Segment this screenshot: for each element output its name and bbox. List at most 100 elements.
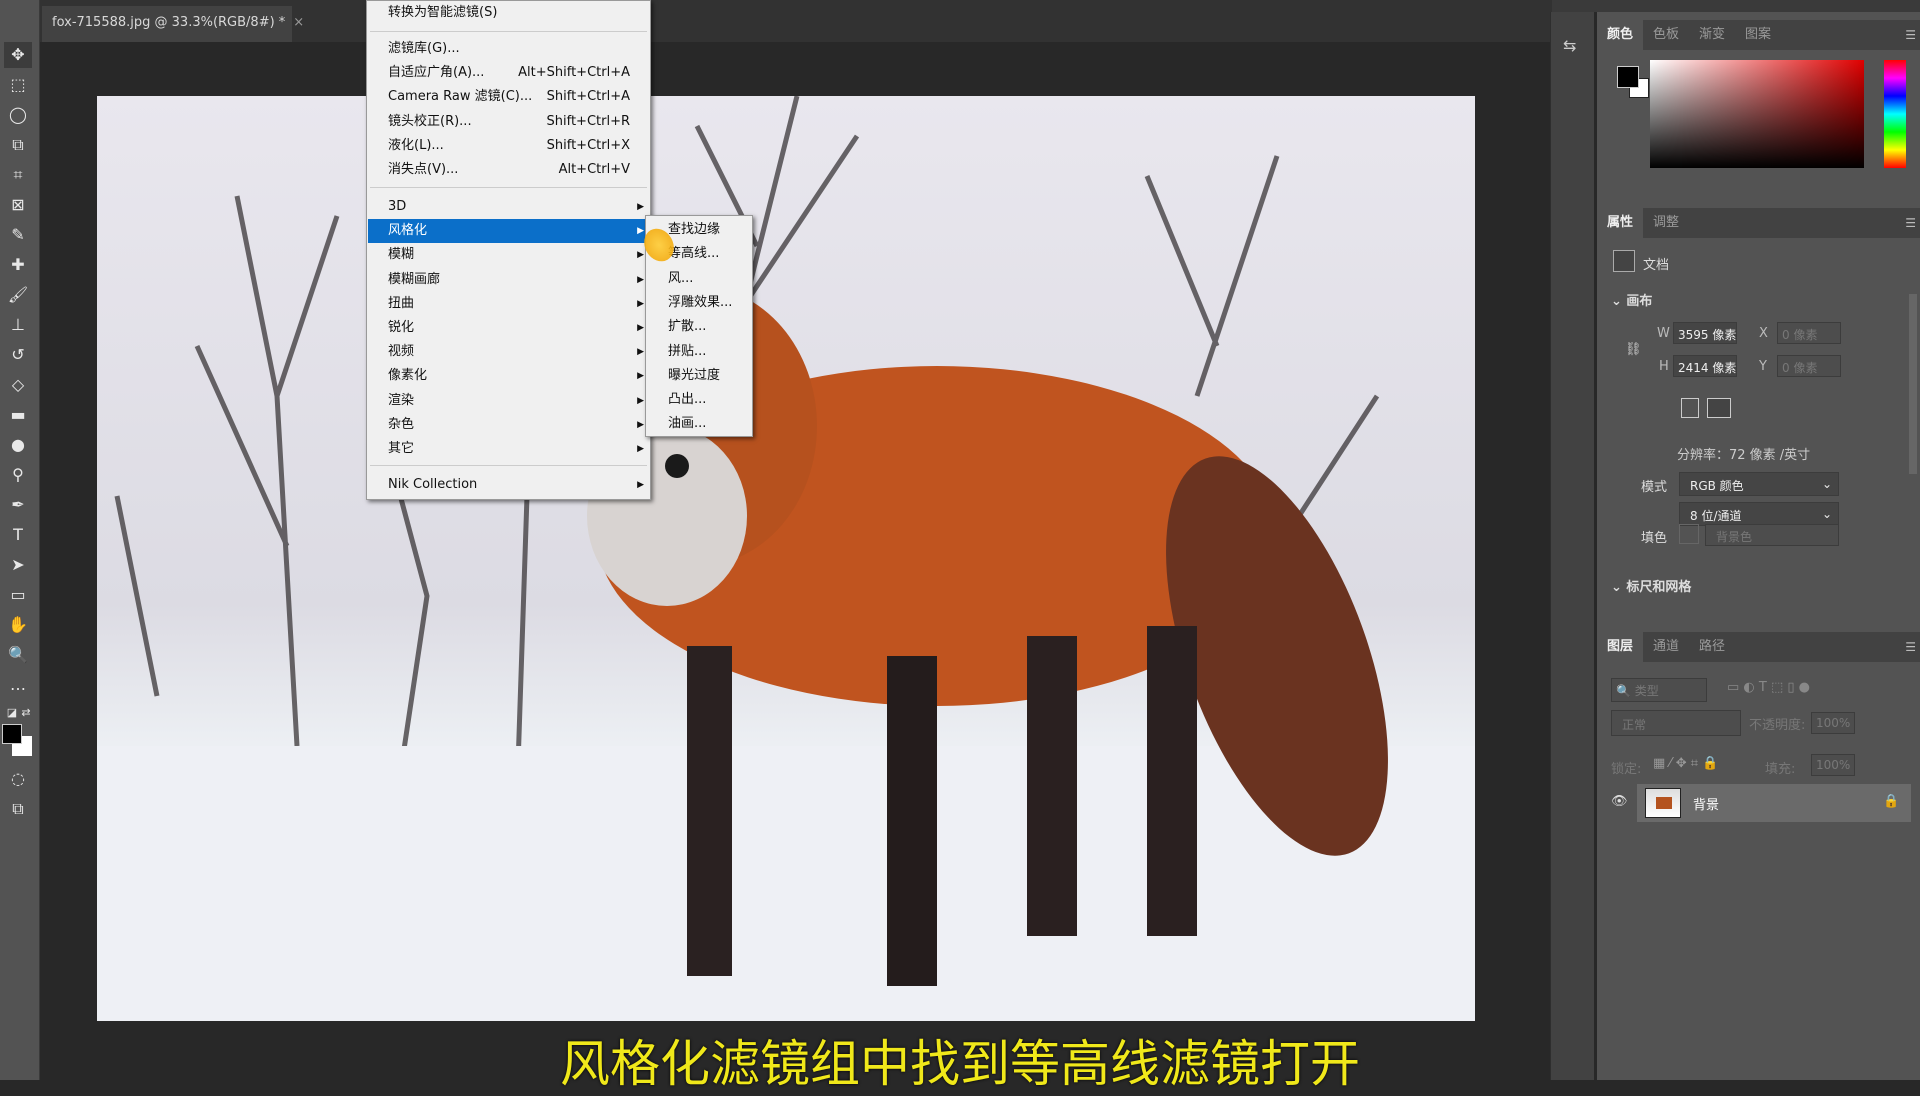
canvas-section-toggle[interactable]: ⌄ 画布: [1611, 290, 1652, 309]
menu-item-group[interactable]: 风格化 ▶: [368, 219, 650, 244]
panel-menu-icon[interactable]: ☰: [1905, 216, 1916, 230]
eyedropper-tool-icon[interactable]: ✎: [4, 222, 32, 248]
menu-item-filter[interactable]: 消失点(V)... Alt+Ctrl+V: [368, 158, 650, 182]
menu-item-filter[interactable]: 自适应广角(A)... Alt+Shift+Ctrl+A: [368, 61, 650, 85]
panel-menu-icon[interactable]: ☰: [1905, 28, 1916, 42]
portrait-orientation-icon[interactable]: [1681, 398, 1699, 418]
submenu-item[interactable]: 油画...: [646, 412, 752, 436]
landscape-orientation-icon[interactable]: [1707, 398, 1731, 418]
opacity-field[interactable]: 100%: [1811, 712, 1855, 734]
tab-layers[interactable]: 图层: [1597, 632, 1644, 662]
more-tool-icon[interactable]: …: [4, 672, 32, 698]
menu-item-filter[interactable]: 镜头校正(R)... Shift+Ctrl+R: [368, 110, 650, 134]
hand-tool-icon[interactable]: ✋: [4, 612, 32, 638]
layer-filter-select[interactable]: 🔍 类型: [1611, 678, 1707, 702]
submenu-item[interactable]: 浮雕效果...: [646, 291, 752, 315]
submenu-item[interactable]: 凸出...: [646, 388, 752, 412]
eye-icon[interactable]: 👁: [1611, 794, 1628, 809]
stamp-tool-icon[interactable]: ⊥: [4, 312, 32, 338]
tab-properties[interactable]: 属性: [1597, 208, 1644, 238]
menu-item-group[interactable]: 模糊 ▶: [368, 243, 650, 267]
submenu-item[interactable]: 风...: [646, 267, 752, 291]
menu-item-nik-collection[interactable]: Nik Collection ▶: [368, 473, 650, 497]
bit-depth-value: 8 位/通道: [1690, 509, 1742, 523]
menu-item-shortcut: Alt+Shift+Ctrl+A: [518, 65, 630, 81]
color-picker-field[interactable]: [1650, 60, 1864, 168]
menu-item-filter[interactable]: Camera Raw 滤镜(C)... Shift+Ctrl+A: [368, 85, 650, 109]
healing-tool-icon[interactable]: ✚: [4, 252, 32, 278]
eraser-tool-icon[interactable]: ◇: [4, 372, 32, 398]
gradient-tool-icon[interactable]: ▬: [4, 402, 32, 428]
menu-item-filter[interactable]: 液化(L)... Shift+Ctrl+X: [368, 134, 650, 158]
link-icon[interactable]: ⛓: [1625, 342, 1642, 357]
tab-color[interactable]: 颜色: [1597, 20, 1644, 50]
properties-scrollbar[interactable]: [1909, 294, 1917, 474]
swap-colors-icon[interactable]: ⇄: [18, 700, 34, 726]
width-field[interactable]: 3595 像素: [1673, 322, 1737, 344]
lock-icons[interactable]: ▦ ⁄ ✥ ⌗ 🔒: [1653, 756, 1718, 771]
submenu-item[interactable]: 扩散...: [646, 315, 752, 339]
brush-tool-icon[interactable]: 🖌: [4, 282, 32, 308]
layer-filter-icons[interactable]: ▭ ◐ T ⬚ ▯ ●: [1727, 680, 1810, 695]
fill-select[interactable]: 背景色: [1705, 524, 1839, 546]
foreground-color-swatch[interactable]: [1617, 66, 1639, 88]
path-select-tool-icon[interactable]: ➤: [4, 552, 32, 578]
menu-item-group[interactable]: 视频 ▶: [368, 340, 650, 364]
menu-item-convert-smart-filter[interactable]: 转换为智能滤镜(S): [368, 1, 650, 25]
type-tool-icon[interactable]: T: [4, 522, 32, 548]
history-brush-tool-icon[interactable]: ↺: [4, 342, 32, 368]
move-tool-icon[interactable]: ✥: [4, 42, 32, 68]
dodge-tool-icon[interactable]: ⚲: [4, 462, 32, 488]
tab-paths[interactable]: 路径: [1689, 632, 1735, 662]
menu-item-group[interactable]: 锐化 ▶: [368, 316, 650, 340]
menu-item-group[interactable]: 杂色 ▶: [368, 413, 650, 437]
crop-tool-icon[interactable]: ⌗: [4, 162, 32, 188]
lock-icon[interactable]: 🔒: [1883, 794, 1899, 809]
y-field[interactable]: 0 像素: [1777, 355, 1841, 377]
menu-item-group[interactable]: 3D ▶: [368, 195, 650, 219]
close-tab-icon[interactable]: ×: [293, 15, 304, 30]
menu-item-group[interactable]: 其它 ▶: [368, 437, 650, 461]
pen-tool-icon[interactable]: ✒: [4, 492, 32, 518]
screen-mode-icon[interactable]: ⧉: [4, 796, 32, 822]
tab-channels[interactable]: 通道: [1643, 632, 1689, 662]
marquee-tool-icon[interactable]: ⬚: [4, 72, 32, 98]
submenu-arrow-icon: ▶: [637, 274, 644, 285]
panel-menu-icon[interactable]: ☰: [1905, 640, 1916, 654]
hue-slider[interactable]: [1884, 60, 1906, 168]
x-field[interactable]: 0 像素: [1777, 322, 1841, 344]
menu-item-group[interactable]: 模糊画廊 ▶: [368, 268, 650, 292]
rulers-section-toggle[interactable]: ⌄ 标尺和网格: [1611, 576, 1691, 595]
fill-opacity-field[interactable]: 100%: [1811, 754, 1855, 776]
menu-item-filter[interactable]: 滤镜库(G)...: [368, 37, 650, 61]
frame-tool-icon[interactable]: ⊠: [4, 192, 32, 218]
document-tab[interactable]: fox-715588.jpg @ 33.3%(RGB/8#) * ×: [42, 6, 304, 42]
blend-mode-select[interactable]: 正常: [1611, 710, 1741, 736]
bit-depth-select[interactable]: 8 位/通道 ⌄: [1679, 502, 1839, 526]
tab-swatches[interactable]: 色板: [1643, 20, 1689, 50]
menu-item-group[interactable]: 像素化 ▶: [368, 364, 650, 388]
menu-item-label: 锐化: [388, 320, 415, 335]
submenu-item[interactable]: 拼贴...: [646, 340, 752, 364]
fill-label: 填色: [1641, 531, 1668, 546]
object-select-tool-icon[interactable]: ⧉: [4, 132, 32, 158]
submenu-item[interactable]: 曝光过度: [646, 364, 752, 388]
zoom-tool-icon[interactable]: 🔍: [4, 642, 32, 668]
fill-color-swatch[interactable]: [1679, 524, 1699, 544]
menu-item-group[interactable]: 扭曲 ▶: [368, 292, 650, 316]
height-field[interactable]: 2414 像素: [1673, 355, 1737, 377]
rectangle-tool-icon[interactable]: ▭: [4, 582, 32, 608]
tab-adjustments[interactable]: 调整: [1643, 208, 1689, 238]
blur-tool-icon[interactable]: ●: [4, 432, 32, 458]
quick-mask-icon[interactable]: ◌: [4, 766, 32, 792]
mode-select[interactable]: RGB 颜色 ⌄: [1679, 472, 1839, 496]
width-label: W: [1657, 326, 1670, 341]
foreground-color-swatch[interactable]: [2, 724, 22, 744]
menu-item-group[interactable]: 渲染 ▶: [368, 389, 650, 413]
tab-gradients[interactable]: 渐变: [1689, 20, 1735, 50]
layer-row[interactable]: 背景 🔒: [1637, 784, 1911, 822]
tab-patterns[interactable]: 图案: [1735, 20, 1781, 50]
lasso-tool-icon[interactable]: ◯: [4, 102, 32, 128]
menu-item-label: 液化(L)...: [388, 137, 444, 153]
panel-toggle-icon[interactable]: ⇆: [1563, 36, 1576, 55]
